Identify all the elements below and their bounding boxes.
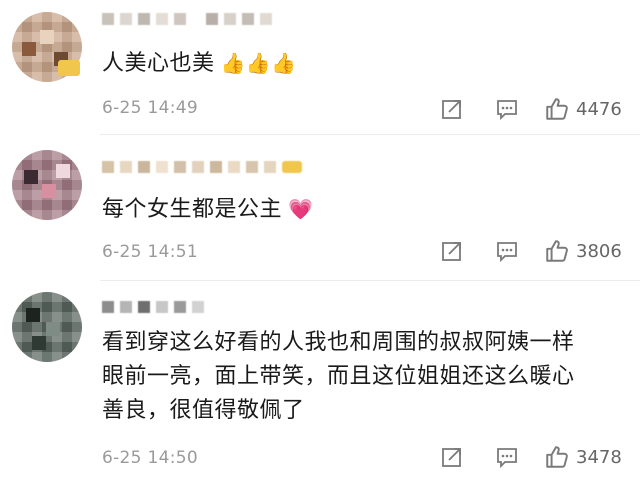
comment-time: 6-25 14:49 <box>102 98 198 118</box>
avatar[interactable] <box>12 292 82 362</box>
share-icon[interactable] <box>440 239 464 263</box>
pink-heart-emoji: 💗 <box>288 197 314 221</box>
like-button[interactable]: 4476 <box>544 94 622 124</box>
avatar[interactable] <box>12 150 82 220</box>
comment-item: 人美心也美 👍👍👍 6-25 14:49 4476 <box>0 0 640 130</box>
username-blurred[interactable] <box>102 158 302 176</box>
like-button[interactable]: 3806 <box>544 236 622 266</box>
comment-text: 人美心也美 👍👍👍 <box>102 51 297 76</box>
share-icon[interactable] <box>440 445 464 469</box>
comment-icon[interactable] <box>495 239 519 263</box>
thumbs-up-icon <box>546 240 568 262</box>
thumbs-up-icon <box>546 446 568 468</box>
comment-icon[interactable] <box>495 97 519 121</box>
like-button[interactable]: 3478 <box>544 442 622 472</box>
username-blurred[interactable] <box>102 298 204 316</box>
comment-time: 6-25 14:50 <box>102 448 198 468</box>
comment-actions: 4476 <box>440 94 635 124</box>
like-count: 3806 <box>576 240 622 262</box>
comment-actions: 3478 <box>440 442 635 472</box>
vip-badge <box>58 60 80 76</box>
thumbs-up-icon <box>546 98 568 120</box>
comment-item: 每个女生都是公主 💗 6-25 14:51 3806 <box>0 140 640 280</box>
comment-text: 每个女生都是公主 💗 <box>102 197 314 222</box>
username-blurred[interactable] <box>102 10 272 28</box>
like-count: 3478 <box>576 446 622 468</box>
comment-text: 看到穿这么好看的人我也和周围的叔叔阿姨一样 眼前一亮，面上带笑，而且这位姐姐还这… <box>102 330 575 423</box>
thumbs-up-emoji: 👍👍👍 <box>220 51 297 75</box>
divider <box>100 280 640 281</box>
like-count: 4476 <box>576 98 622 120</box>
share-icon[interactable] <box>440 97 464 121</box>
comment-actions: 3806 <box>440 236 635 266</box>
comment-time: 6-25 14:51 <box>102 242 198 262</box>
comment-icon[interactable] <box>495 445 519 469</box>
divider <box>100 134 640 135</box>
comment-item: 看到穿这么好看的人我也和周围的叔叔阿姨一样 眼前一亮，面上带笑，而且这位姐姐还这… <box>0 286 640 477</box>
